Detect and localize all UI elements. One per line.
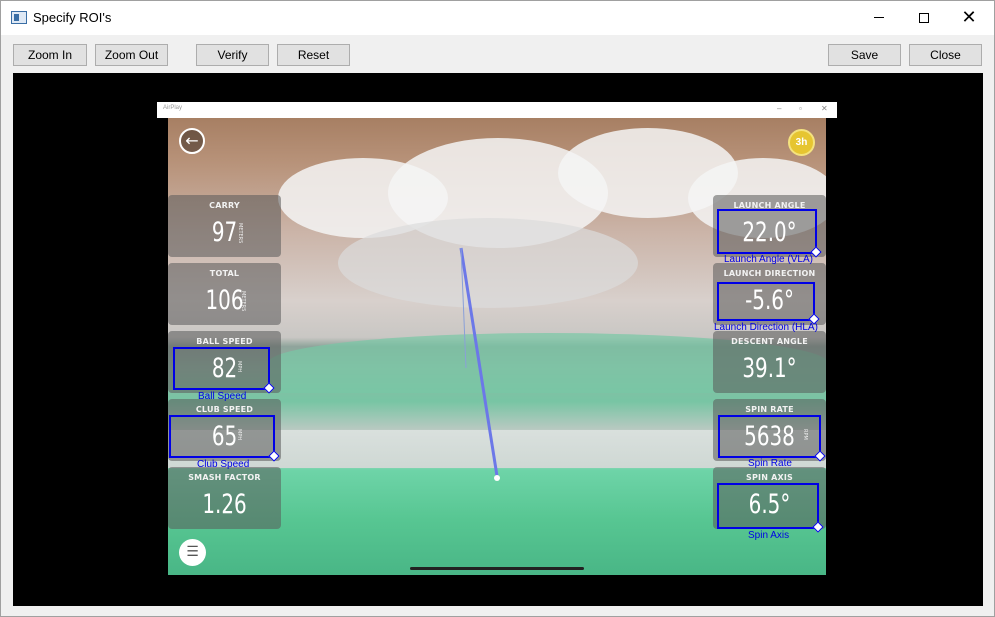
inner-close-icon: ✕: [821, 104, 828, 113]
roi-launch-direction-label: Launch Direction (HLA): [714, 322, 818, 333]
descent-angle-value: 39.1°: [742, 353, 797, 384]
zoom-in-button[interactable]: Zoom In: [13, 44, 87, 66]
maximize-button[interactable]: [901, 1, 947, 35]
level-badge: 3h: [788, 129, 815, 156]
roi-spin-rate-label: Spin Rate: [748, 458, 792, 469]
close-icon: ✕: [961, 7, 977, 28]
roi-ball-speed[interactable]: [173, 347, 270, 390]
title-bar: Specify ROI's ✕: [1, 1, 994, 35]
carry-unit: METERS: [237, 223, 243, 244]
zoom-out-button[interactable]: Zoom Out: [95, 44, 168, 66]
roi-launch-angle-label: Launch Angle (VLA): [724, 254, 813, 265]
smash-factor-value: 1.26: [202, 489, 247, 520]
inner-maximize-icon: ▫: [799, 104, 802, 113]
roi-club-speed[interactable]: [169, 415, 275, 458]
spin-axis-label: SPIN AXIS: [746, 473, 793, 482]
home-indicator: [410, 567, 584, 570]
ball-speed-label: BALL SPEED: [196, 337, 253, 346]
inner-window-title: AirPlay: [163, 105, 183, 111]
reset-button[interactable]: Reset: [277, 44, 350, 66]
save-button[interactable]: Save: [828, 44, 901, 66]
window-title: Specify ROI's: [33, 10, 112, 25]
window-close-button[interactable]: ✕: [946, 1, 992, 35]
launch-direction-label: LAUNCH DIRECTION: [723, 269, 816, 278]
spin-rate-label: SPIN RATE: [745, 405, 794, 414]
close-button[interactable]: Close: [909, 44, 982, 66]
smash-factor-label: SMASH FACTOR: [188, 473, 261, 482]
club-speed-label: CLUB SPEED: [195, 405, 254, 414]
trajectory-line: [459, 247, 499, 477]
smash-factor-panel: SMASH FACTOR 1.26: [168, 467, 281, 529]
total-panel: TOTAL 106 METERS: [168, 263, 281, 325]
app-icon: [11, 11, 27, 24]
maximize-icon: [919, 12, 929, 23]
minimize-icon: [874, 17, 884, 19]
roi-club-speed-label: Club Speed: [197, 459, 250, 470]
total-unit: METERS: [240, 291, 246, 312]
inner-minimize-icon: –: [777, 104, 782, 113]
roi-launch-angle[interactable]: [717, 209, 817, 254]
total-label: TOTAL: [209, 269, 240, 278]
menu-list-icon[interactable]: ☰: [179, 539, 206, 566]
roi-spin-axis-label: Spin Axis: [748, 530, 790, 541]
roi-spin-rate[interactable]: [718, 415, 821, 458]
roi-launch-direction[interactable]: [717, 282, 815, 321]
verify-button[interactable]: Verify: [196, 44, 269, 66]
descent-angle-panel: DESCENT ANGLE 39.1°: [713, 331, 826, 393]
inner-window-bar: AirPlay – ▫ ✕: [157, 102, 837, 118]
golf-ball: [494, 475, 500, 481]
roi-spin-axis[interactable]: [717, 483, 819, 529]
descent-angle-label: DESCENT ANGLE: [731, 337, 808, 346]
roi-ball-speed-label: Ball Speed: [198, 391, 247, 402]
carry-label: CARRY: [209, 201, 240, 210]
carry-panel: CARRY 97 METERS: [168, 195, 281, 257]
total-value: 106: [205, 285, 244, 316]
minimize-button[interactable]: [856, 1, 902, 35]
back-arrow-icon[interactable]: ←: [179, 128, 205, 154]
carry-value: 97: [211, 217, 238, 248]
